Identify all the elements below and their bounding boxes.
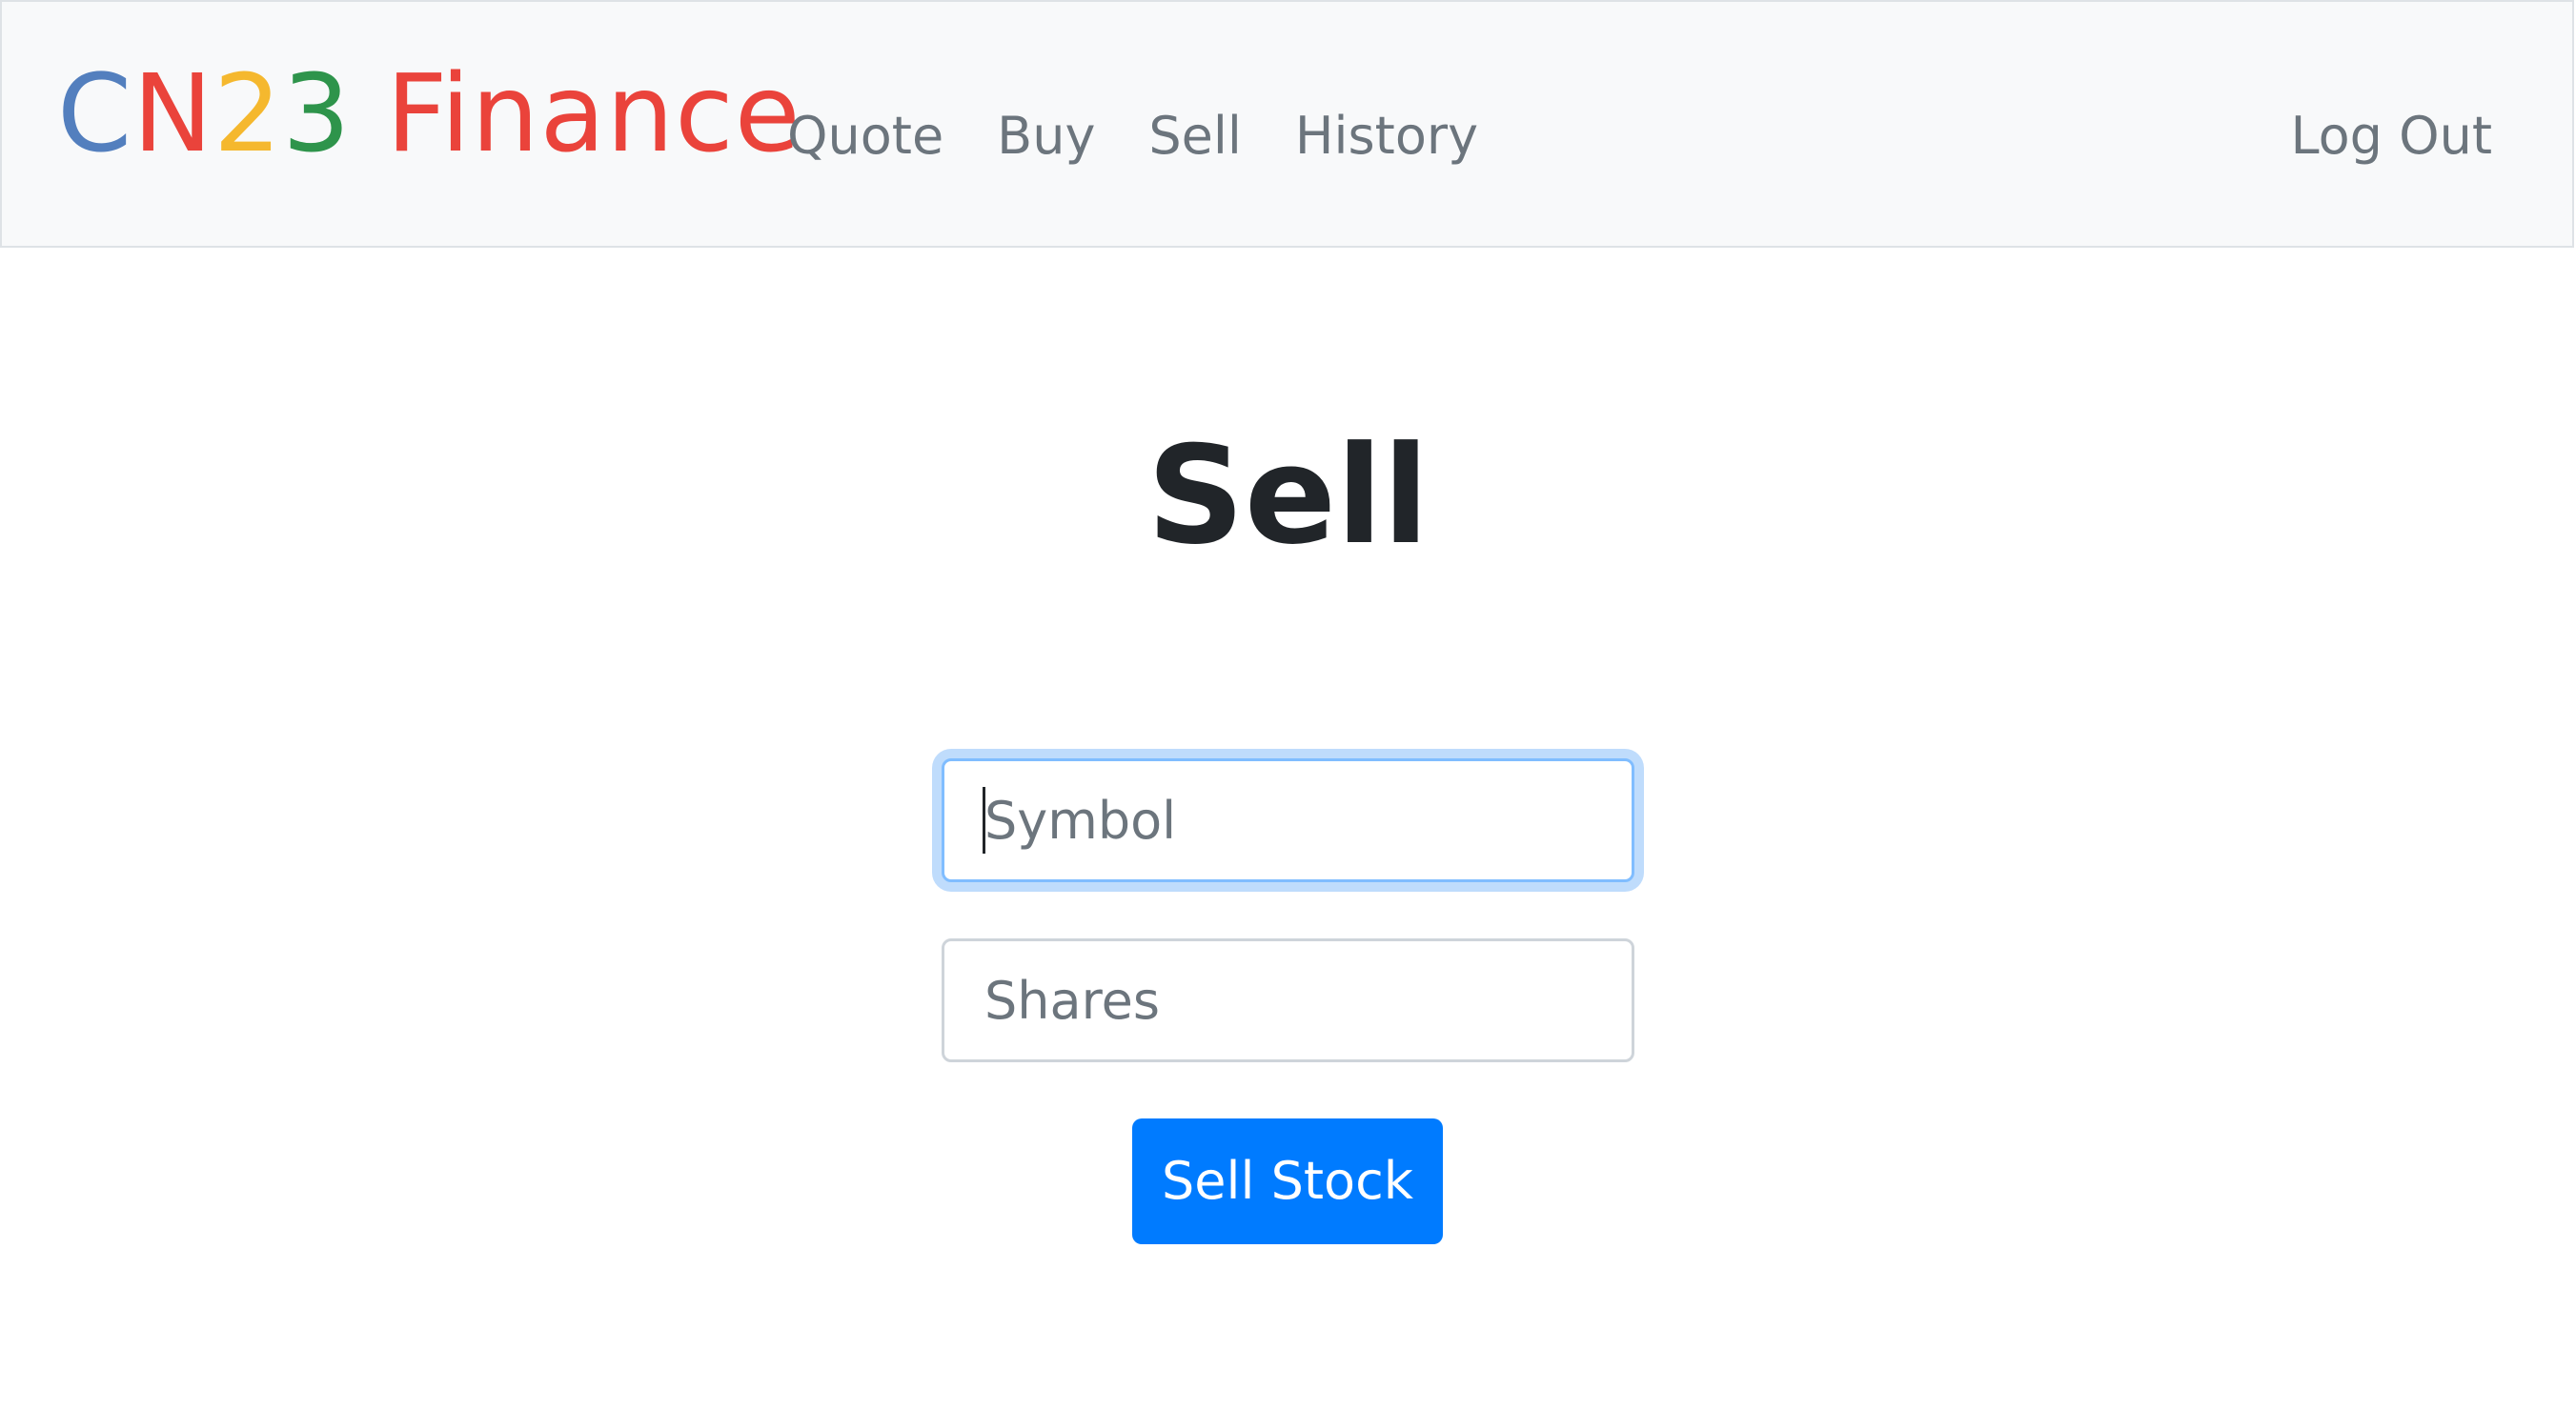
nav-link-quote[interactable]: Quote — [787, 111, 943, 162]
brand-word-finance: Finance — [351, 52, 801, 176]
nav-link-buy[interactable]: Buy — [997, 111, 1095, 162]
brand-logo[interactable]: CN23 Finance — [57, 61, 801, 168]
nav-link-history[interactable]: History — [1295, 111, 1478, 162]
nav-links: Quote Buy Sell History — [787, 111, 1478, 162]
nav-link-logout[interactable]: Log Out — [2290, 111, 2492, 162]
shares-input[interactable] — [942, 938, 1634, 1062]
brand-letter-c: C — [57, 52, 133, 176]
nav-link-sell[interactable]: Sell — [1148, 111, 1242, 162]
brand-digit-2: 2 — [213, 52, 283, 176]
text-cursor — [983, 787, 985, 854]
brand-digit-3: 3 — [282, 52, 352, 176]
navbar: CN23 Finance Quote Buy Sell History Log … — [0, 0, 2574, 248]
brand-letter-n: N — [132, 52, 213, 176]
page-title: Sell — [1146, 417, 1430, 574]
sell-stock-button[interactable]: Sell Stock — [1132, 1118, 1443, 1244]
symbol-input[interactable] — [942, 758, 1634, 882]
